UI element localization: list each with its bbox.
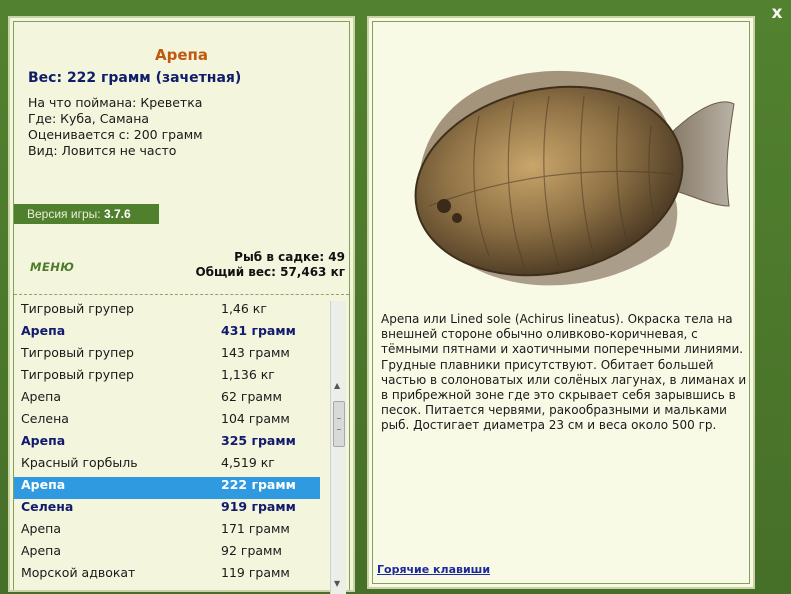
- catch-fish-weight: 325 грамм: [221, 433, 296, 448]
- scroll-thumb[interactable]: [333, 401, 345, 447]
- catch-list-row[interactable]: Тигровый групер 1,46 кг: [14, 301, 320, 323]
- catch-info-panel: Арепа Вес: 222 грамм (зачетная) На что п…: [8, 16, 355, 594]
- catch-list[interactable]: Тигровый групер 1,46 кг Арепа 431 грамм Тигр…: [14, 301, 320, 594]
- scroll-up-arrow-icon[interactable]: ▲: [334, 381, 340, 390]
- catch-list-scrollbar[interactable]: ▲ ▼: [330, 301, 346, 594]
- version-label: Версия игры:: [27, 207, 101, 221]
- catch-list-row[interactable]: Селена 104 грамм: [14, 411, 320, 433]
- catch-fish-weight: 431 грамм: [221, 323, 296, 338]
- catch-list-row[interactable]: Арепа 325 грамм: [14, 433, 320, 455]
- menu-button[interactable]: МЕНЮ: [30, 260, 74, 274]
- fish-description: Арепа или Lined sole (Achirus lineatus).…: [381, 312, 747, 433]
- catch-list-row[interactable]: Арепа 62 грамм: [14, 389, 320, 411]
- catch-fish-name: Арепа: [21, 521, 62, 536]
- bait-info: На что поймана: Креветка: [28, 95, 203, 110]
- total-weight: Общий вес: 57,463 кг: [195, 265, 345, 279]
- catch-fish-weight: 1,46 кг: [221, 301, 267, 316]
- catch-list-row[interactable]: Арепа 222 грамм: [14, 477, 320, 499]
- catch-fish-name: Арепа: [21, 323, 66, 338]
- close-icon: x: [771, 3, 783, 23]
- catch-fish-name: Арепа: [21, 433, 66, 448]
- scroll-down-arrow-icon[interactable]: ▼: [334, 579, 340, 588]
- catch-list-row[interactable]: Тигровый групер 1,136 кг: [14, 367, 320, 389]
- catch-fish-name: Селена: [21, 411, 69, 426]
- version-badge: Версия игры: 3.7.6: [14, 204, 159, 224]
- catch-list-row[interactable]: Селена 919 грамм: [14, 499, 320, 521]
- divider: [14, 294, 349, 295]
- keepnet-stats: Рыб в садке: 49 Общий вес: 57,463 кг: [195, 250, 345, 280]
- catch-fish-weight: 104 грамм: [221, 411, 290, 426]
- catch-fish-weight: 62 грамм: [221, 389, 282, 404]
- catch-fish-name: Морской адвокат: [21, 565, 136, 580]
- rating-info: Оценивается с: 200 грамм: [28, 127, 203, 142]
- catch-list-row[interactable]: Морской адвокат 119 грамм: [14, 565, 320, 587]
- catch-fish-name: Арепа: [21, 477, 66, 492]
- location-info: Где: Куба, Самана: [28, 111, 150, 126]
- catch-fish-weight: 171 грамм: [221, 521, 290, 536]
- catch-list-row[interactable]: Арепа 431 грамм: [14, 323, 320, 345]
- catch-fish-name: Тигровый групер: [21, 301, 134, 316]
- fish-name: Арепа: [154, 46, 208, 64]
- fish-weight: Вес: 222 грамм (зачетная): [28, 70, 242, 86]
- catch-fish-name: Тигровый групер: [21, 345, 134, 360]
- catch-fish-weight: 919 грамм: [221, 499, 296, 514]
- catch-fish-name: Арепа: [21, 543, 62, 558]
- catch-fish-weight: 222 грамм: [221, 477, 296, 492]
- catch-list-row[interactable]: Арепа 92 грамм: [14, 543, 320, 565]
- catch-fish-name: Красный горбыль: [21, 455, 138, 470]
- catch-fish-name: Тигровый групер: [21, 367, 134, 382]
- catch-list-row[interactable]: Тигровый групер 143 грамм: [14, 345, 320, 367]
- fish-detail-panel: Арепа или Lined sole (Achirus lineatus).…: [367, 16, 755, 589]
- catch-list-row[interactable]: Красный горбыль 4,519 кг: [14, 455, 320, 477]
- catch-list-row[interactable]: Арепа 171 грамм: [14, 521, 320, 543]
- hotkeys-link[interactable]: Горячие клавиши: [377, 563, 490, 576]
- fish-image: [414, 70, 735, 286]
- catch-fish-weight: 119 грамм: [221, 565, 290, 580]
- catch-fish-weight: 1,136 кг: [221, 367, 275, 382]
- catch-fish-weight: 143 грамм: [221, 345, 290, 360]
- catch-fish-name: Селена: [21, 499, 74, 514]
- catch-fish-weight: 4,519 кг: [221, 455, 275, 470]
- close-button[interactable]: x: [766, 3, 788, 23]
- catch-fish-name: Арепа: [21, 389, 62, 404]
- rarity-info: Вид: Ловится не часто: [28, 143, 177, 158]
- version-value: 3.7.6: [103, 207, 131, 221]
- catch-fish-weight: 92 грамм: [221, 543, 282, 558]
- fish-count: Рыб в садке: 49: [234, 250, 345, 264]
